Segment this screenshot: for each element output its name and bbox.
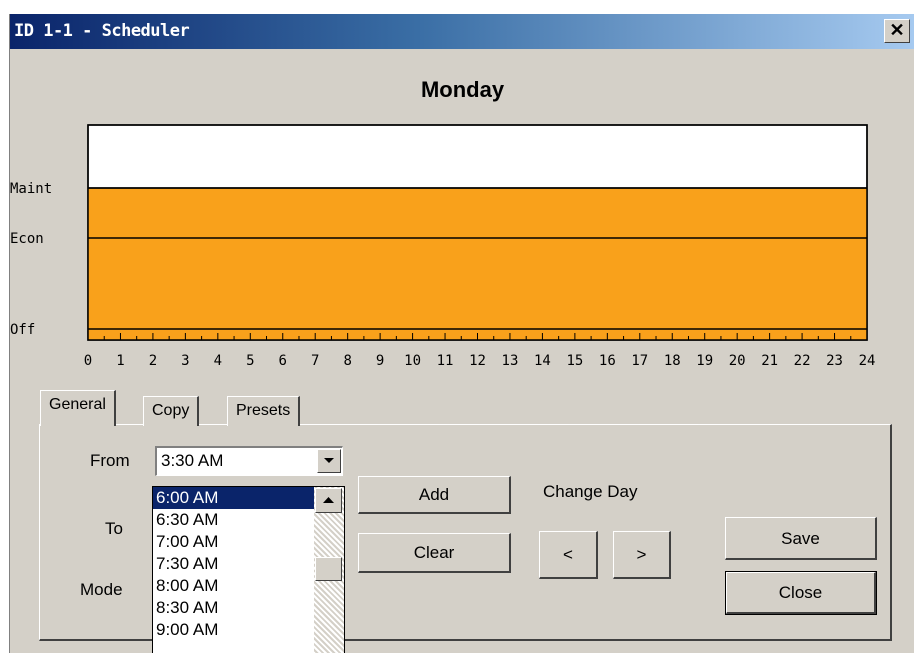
scheduler-window: ID 1-1 - Scheduler ✕ Monday Off Econ Maint… [9,14,914,653]
x-tick-label: 9 [376,353,384,369]
x-tick-label: 5 [246,353,254,369]
previous-day-button[interactable]: < [539,531,598,579]
time-dropdown-list[interactable]: 6:00 AM 6:30 AM 7:00 AM 7:30 AM 8:00 AM 8:30 … [152,486,345,653]
x-tick-label: 20 [729,353,746,369]
time-option[interactable]: 7:30 AM [153,553,314,575]
tab-general[interactable]: General [40,390,116,426]
x-tick-label: 17 [631,353,648,369]
time-option[interactable]: 8:00 AM [153,575,314,597]
x-tick-label: 21 [761,353,778,369]
chevron-down-icon [324,458,334,463]
mode-label: Mode [80,580,123,599]
tab-copy-label: Copy [152,402,190,419]
x-tick-label: 16 [599,353,616,369]
x-tick-label: 19 [696,353,713,369]
time-option[interactable]: 6:00 AM [153,487,314,509]
next-day-button[interactable]: > [613,531,671,579]
tab-copy[interactable]: Copy [143,396,200,426]
from-label: From [90,451,130,470]
y-level-label: Off [10,322,35,338]
time-option[interactable]: 8:30 AM [153,597,314,619]
scroll-up-button[interactable] [315,488,342,513]
arrow-up-icon [323,497,334,503]
x-tick-label: 3 [181,353,189,369]
time-option[interactable]: 7:00 AM [153,531,314,553]
x-tick-label: 12 [469,353,486,369]
close-button[interactable]: Close [725,571,877,615]
x-tick-label: 2 [149,353,157,369]
schedule-fill-area [88,188,867,340]
x-tick-label: 23 [826,353,843,369]
y-level-label: Maint [10,181,52,197]
tab-presets-label: Presets [236,402,291,419]
x-tick-label: 0 [84,353,92,369]
x-tick-label: 14 [534,353,551,369]
x-tick-label: 11 [437,353,454,369]
from-time-value: 3:30 AM [161,451,224,470]
x-tick-label: 6 [279,353,287,369]
clear-button[interactable]: Clear [358,533,511,573]
x-tick-label: 18 [664,353,681,369]
add-button[interactable]: Add [358,476,511,514]
x-tick-label: 1 [116,353,124,369]
from-time-select[interactable]: 3:30 AM [155,446,343,476]
x-tick-label: 22 [794,353,811,369]
schedule-chart: OffEconMaint0 1 2 3 4 5 6 7 8 9 10 11 12 13 14 15 16 17 18… [10,124,876,369]
save-button[interactable]: Save [725,517,877,560]
dropdown-button[interactable] [317,449,341,473]
scroll-thumb[interactable] [315,557,342,581]
time-option[interactable]: 9:00 AM [153,619,314,641]
tab-general-label: General [49,396,106,413]
change-day-label: Change Day [543,482,638,501]
to-label: To [105,519,123,538]
time-option[interactable]: 6:30 AM [153,509,314,531]
x-tick-label: 8 [343,353,351,369]
y-level-label: Econ [10,231,44,247]
tab-presets[interactable]: Presets [227,396,301,426]
x-tick-label: 15 [566,353,583,369]
x-tick-label: 24 [859,353,876,369]
dropdown-scrollbar[interactable] [314,487,344,653]
x-tick-label: 10 [404,353,421,369]
x-tick-label: 4 [214,353,222,369]
x-tick-label: 13 [502,353,519,369]
x-tick-label: 7 [311,353,319,369]
